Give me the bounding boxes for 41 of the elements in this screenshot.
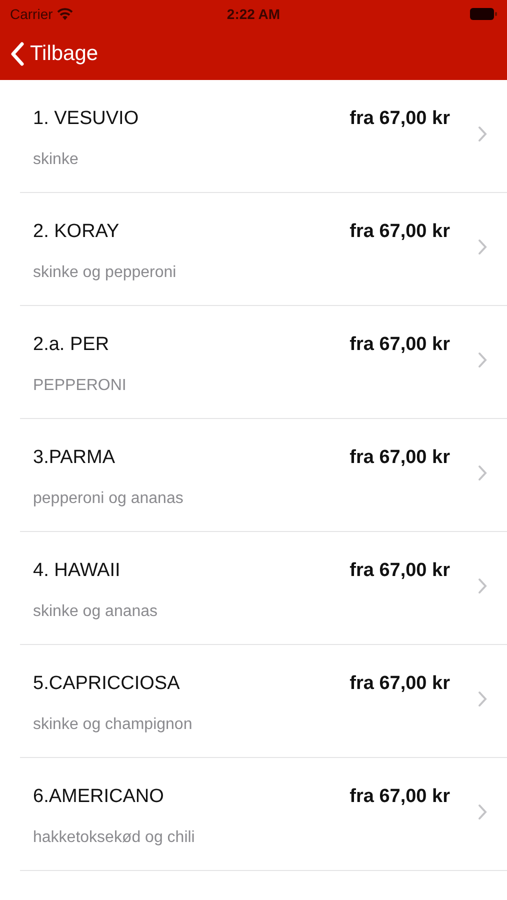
menu-item[interactable]: 6.AMERICANO hakketoksekød og chili fra 67,00 kr [20, 758, 507, 871]
chevron-right-icon [478, 691, 487, 707]
item-name: 2. KORAY [33, 220, 120, 244]
item-price: fra 67,00 kr [350, 107, 450, 131]
item-name: 4. HAWAII [33, 559, 122, 583]
item-price: fra 67,00 kr [350, 446, 450, 470]
chevron-right-icon [478, 239, 487, 255]
item-name: 2.a. PER [33, 333, 110, 357]
chevron-right-icon [478, 465, 487, 481]
back-button[interactable]: Tilbage [10, 38, 98, 70]
item-name: 5.CAPRICCIOSA [33, 672, 181, 696]
item-description: skinke [33, 150, 80, 170]
wifi-icon [56, 8, 73, 20]
item-description: pepperoni og ananas [33, 488, 184, 508]
battery-icon [470, 8, 497, 20]
menu-item[interactable]: 4. HAWAII skinke og ananas fra 67,00 kr [20, 532, 507, 645]
menu-item[interactable]: 1. VESUVIO skinke fra 67,00 kr [20, 80, 507, 193]
item-name: 3.PARMA [33, 446, 116, 470]
item-price: fra 67,00 kr [350, 559, 450, 583]
menu-item[interactable]: 5.CAPRICCIOSA skinke og champignon fra 67,00 kr [20, 645, 507, 758]
chevron-right-icon [478, 126, 487, 142]
menu-item[interactable]: 3.PARMA pepperoni og ananas fra 67,00 kr [20, 419, 507, 532]
chevron-right-icon [478, 804, 487, 820]
item-name: 6.AMERICANO [33, 785, 165, 809]
item-description: hakketoksekød og chili [33, 828, 196, 848]
carrier-label: Carrier [10, 4, 53, 24]
menu-item[interactable]: 2. KORAY skinke og pepperoni fra 67,00 kr [20, 193, 507, 306]
item-description: skinke og pepperoni [33, 262, 178, 282]
menu-item[interactable]: 2.a. PER PEPPERONI fra 67,00 kr [20, 306, 507, 419]
item-price: fra 67,00 kr [350, 220, 450, 244]
item-price: fra 67,00 kr [350, 333, 450, 357]
chevron-left-icon [10, 42, 24, 66]
chevron-right-icon [478, 352, 487, 368]
item-price: fra 67,00 kr [350, 672, 450, 696]
clock-time: 2:22 AM [226, 4, 280, 24]
item-description: skinke og ananas [33, 602, 159, 622]
item-description: skinke og champignon [33, 714, 194, 734]
item-description: PEPPERONI [33, 376, 128, 396]
chevron-right-icon [478, 578, 487, 594]
item-name: 1. VESUVIO [33, 107, 140, 131]
item-price: fra 67,00 kr [350, 785, 450, 809]
